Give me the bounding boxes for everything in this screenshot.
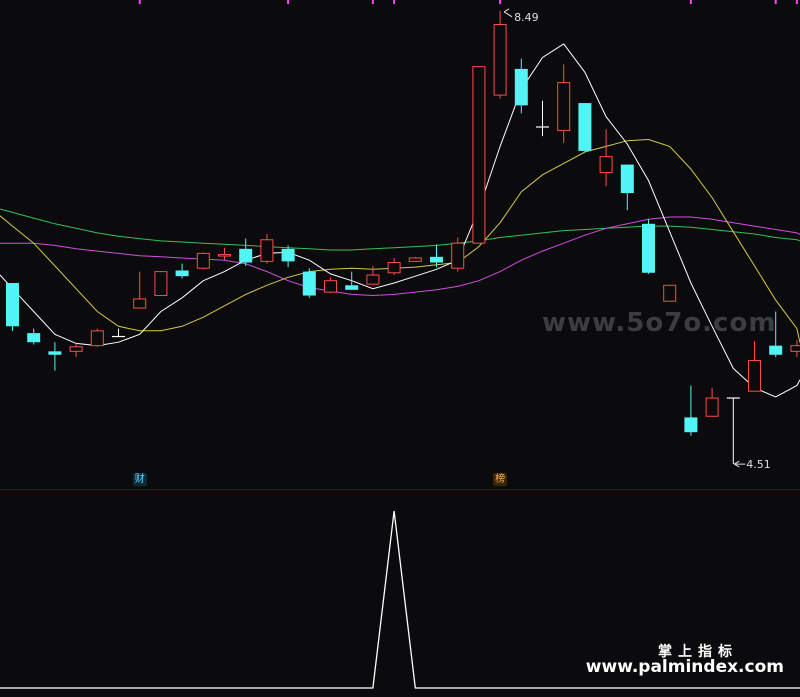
marker-tag-bang: 榜 xyxy=(493,473,508,486)
candle-body-4 xyxy=(90,330,104,347)
candle-body-33 xyxy=(705,397,719,417)
candle-body-32 xyxy=(684,417,698,433)
top-tick-mark-5 xyxy=(689,0,692,4)
candle-body-24 xyxy=(514,68,528,106)
high-price-label: 8.49 xyxy=(514,11,539,24)
candle-body-16 xyxy=(345,285,359,290)
candle-body-26 xyxy=(557,82,571,131)
top-tick-mark-4 xyxy=(499,0,502,4)
top-tick-mark-0 xyxy=(138,0,141,4)
candle-body-37 xyxy=(790,345,800,352)
candle-body-30 xyxy=(642,223,655,273)
low-arrow xyxy=(734,460,746,468)
candle-body-28 xyxy=(599,156,613,174)
candle-body-12 xyxy=(260,239,274,262)
candle-body-29 xyxy=(620,164,634,194)
candle-body-6 xyxy=(133,298,147,309)
ma5-line xyxy=(0,43,800,398)
candle-body-20 xyxy=(430,256,443,263)
candle-body-31 xyxy=(663,284,677,302)
low-price-label: 4.51 xyxy=(746,458,771,471)
candle-body-2 xyxy=(48,351,62,355)
candle-body-27 xyxy=(578,103,592,151)
candle-body-8 xyxy=(175,270,189,277)
candlestick-chart: 8.49 4.51 xyxy=(0,0,800,689)
candle-body-19 xyxy=(408,257,422,262)
candle-body-1 xyxy=(27,333,41,343)
candle-body-11 xyxy=(239,248,253,263)
top-tick-mark-3 xyxy=(393,0,396,4)
candle-body-0 xyxy=(6,283,19,327)
top-tick-mark-7 xyxy=(795,0,798,4)
high-arrow xyxy=(503,8,513,18)
top-tick-mark-6 xyxy=(774,0,777,4)
candle-body-35 xyxy=(748,359,761,392)
candle-body-17 xyxy=(366,274,380,285)
candle-body-3 xyxy=(69,346,83,352)
top-tick-mark-2 xyxy=(371,0,374,4)
candle-body-14 xyxy=(302,271,316,296)
candle-body-13 xyxy=(281,248,295,262)
candle-body-21 xyxy=(451,242,465,269)
candle-body-22 xyxy=(472,66,486,244)
ma60-line xyxy=(0,208,800,251)
candle-body-15 xyxy=(324,280,337,293)
watermark-text: www.5o7o.com xyxy=(542,308,777,338)
corner-url: www.palmindex.com xyxy=(585,657,784,677)
marker-tag-cai: 财 xyxy=(132,473,147,486)
candle-body-10 xyxy=(218,254,231,257)
candle-body-23 xyxy=(493,23,507,96)
chart-root: 8.49 4.51 财 榜 www.5o7o.com 掌上指标 www.palmi… xyxy=(0,0,800,693)
candle-body-9 xyxy=(196,252,210,269)
candle-body-7 xyxy=(154,271,168,297)
candle-body-36 xyxy=(769,345,783,355)
candle-body-18 xyxy=(387,262,401,274)
top-tick-mark-1 xyxy=(287,0,290,4)
